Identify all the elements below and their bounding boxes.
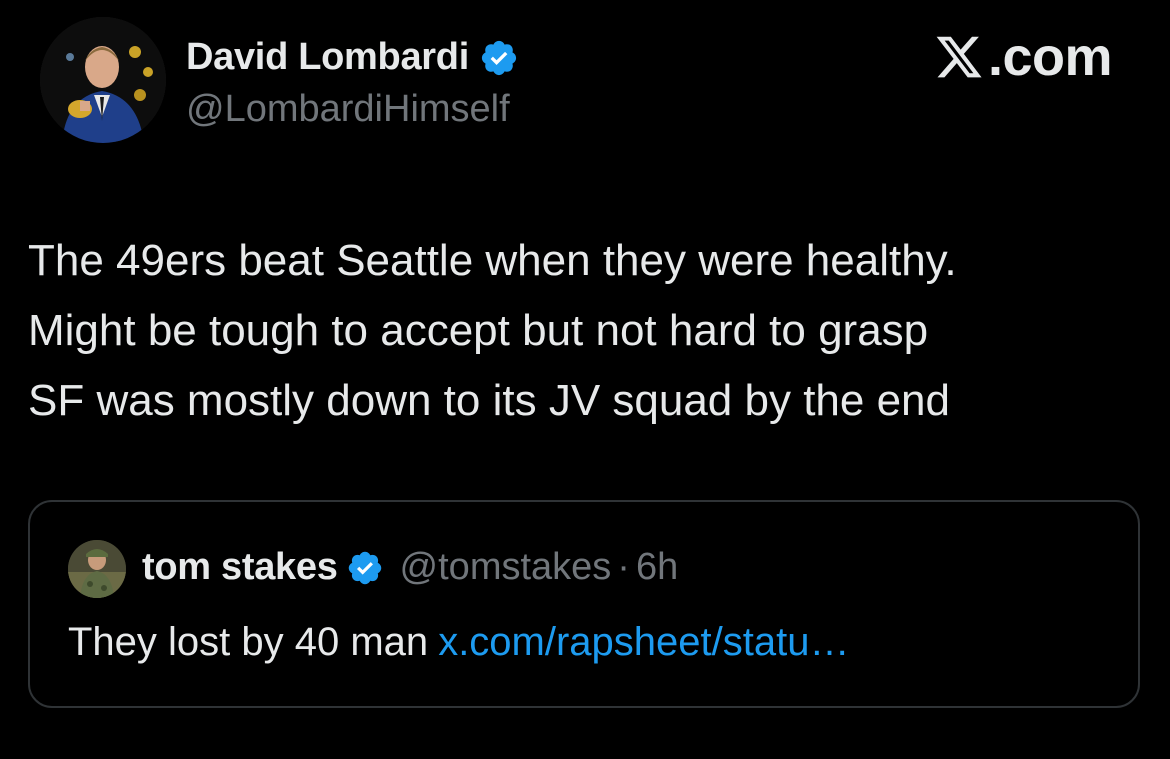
author-avatar[interactable] [40, 17, 166, 143]
brand-logo: .com [934, 26, 1113, 88]
verified-badge-icon [479, 38, 519, 78]
separator-dot: · [617, 546, 630, 588]
quoted-text-content: They lost by 40 man [68, 620, 429, 664]
tweet-text-line: The 49ers beat Seattle when they were he… [28, 236, 957, 285]
quoted-author-name[interactable]: tom stakes [142, 546, 338, 589]
quoted-link[interactable]: x.com/rapsheet/statu… [438, 620, 849, 664]
author-name[interactable]: David Lombardi [186, 36, 469, 79]
quoted-author-avatar[interactable] [68, 540, 126, 598]
tweet-card: David Lombardi @LombardiHimself .com The… [0, 0, 1170, 759]
quoted-tweet[interactable]: tom stakes @tomstakes · 6h They lost by … [28, 500, 1140, 708]
author-handle[interactable]: @LombardiHimself [186, 88, 510, 131]
author-name-row: David Lombardi [186, 36, 519, 79]
tweet-text: The 49ers beat Seattle when they were he… [28, 226, 1148, 436]
verified-badge-icon [346, 549, 384, 587]
quoted-timestamp[interactable]: 6h [636, 546, 678, 589]
x-logo-icon [934, 32, 984, 82]
brand-text: .com [987, 27, 1113, 87]
tweet-text-line: SF was mostly down to its JV squad by th… [28, 376, 951, 425]
quoted-text: They lost by 40 man x.com/rapsheet/statu… [68, 620, 849, 665]
quoted-header: tom stakes @tomstakes · 6h [142, 546, 678, 589]
quoted-author-handle[interactable]: @tomstakes [400, 546, 612, 589]
tweet-text-line: Might be tough to accept but not hard to… [28, 306, 929, 355]
